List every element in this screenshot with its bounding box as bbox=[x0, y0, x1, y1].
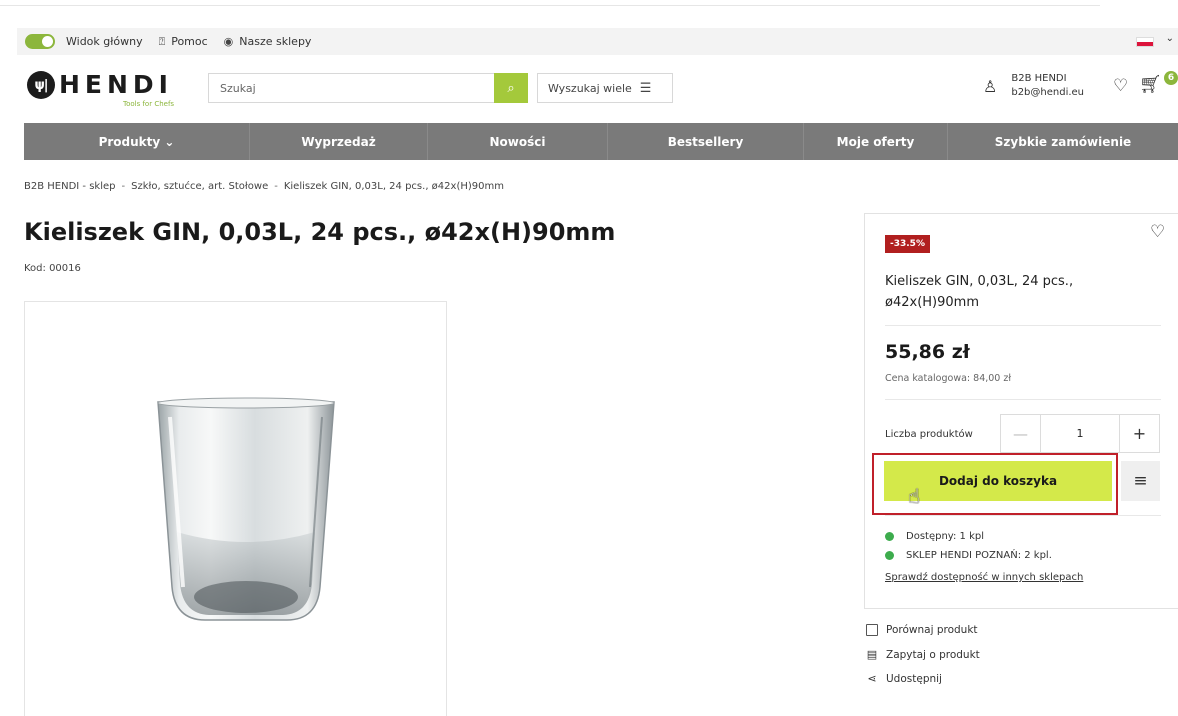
ask-label: Zapytaj o produkt bbox=[886, 648, 980, 661]
availability-store: SKLEP HENDI POZNAŃ: 2 kpl. bbox=[885, 550, 1052, 561]
compare-checkbox[interactable] bbox=[864, 624, 880, 636]
location-pin-icon: ◉ bbox=[223, 35, 234, 48]
shot-glass-image bbox=[157, 397, 335, 621]
fork-knife-logo-icon: ψ| bbox=[27, 71, 55, 99]
search-placeholder: Szukaj bbox=[220, 81, 256, 95]
availability-text: Dostępny: 1 kpl bbox=[906, 531, 984, 542]
stores-link[interactable]: ◉ Nasze sklepy bbox=[224, 35, 312, 48]
cart-icon[interactable]: 🛒︎ bbox=[1139, 74, 1162, 95]
list-search-icon: ☰ bbox=[639, 80, 652, 96]
question-circle-icon: ⍰ bbox=[158, 34, 166, 48]
breadcrumb-separator: - bbox=[121, 181, 126, 192]
user-icon: ♙ bbox=[983, 77, 998, 96]
breadcrumb-home[interactable]: B2B HENDI - sklep bbox=[24, 181, 115, 192]
catalog-price: Cena katalogowa: 84,00 zł bbox=[885, 373, 1012, 384]
share-product[interactable]: ⋖ Udostępnij bbox=[864, 672, 942, 685]
header: ψ| HENDI Tools for Chefs Szukaj ⌕ Wyszuk… bbox=[0, 66, 1178, 116]
user-name: B2B HENDI bbox=[1011, 73, 1067, 84]
help-text: Pomoc bbox=[171, 35, 208, 48]
divider bbox=[885, 325, 1161, 326]
availability-store-text: SKLEP HENDI POZNAŃ: 2 kpl. bbox=[906, 550, 1052, 561]
nav-item-sale[interactable]: Wyprzedaż bbox=[250, 123, 428, 160]
wishlist-heart-icon[interactable]: ♡ bbox=[1113, 76, 1128, 96]
share-icon: ⋖ bbox=[867, 672, 877, 685]
nav-item-quick-order[interactable]: Szybkie zamówienie bbox=[948, 123, 1178, 160]
divider bbox=[885, 399, 1161, 400]
available-status-icon bbox=[885, 532, 894, 541]
user-account[interactable]: ♙ B2B HENDI b2b@hendi.eu bbox=[983, 72, 1084, 100]
check-other-stores-link[interactable]: Sprawdź dostępność w innych sklepach bbox=[885, 572, 1083, 583]
availability-online: Dostępny: 1 kpl bbox=[885, 531, 984, 542]
multi-search-label: Wyszukaj wiele bbox=[548, 81, 632, 95]
logo-word: HENDI bbox=[59, 70, 173, 99]
quantity-label: Liczba produktów bbox=[885, 429, 973, 440]
compare-product[interactable]: Porównaj produkt bbox=[864, 624, 978, 636]
hand-cursor-icon: ☝ bbox=[908, 484, 921, 508]
main-view-toggle[interactable] bbox=[25, 34, 55, 49]
page-title: Kieliszek GIN, 0,03L, 24 pcs., ø42x(H)90… bbox=[24, 218, 616, 246]
product-image[interactable] bbox=[24, 301, 447, 716]
cart-count-badge: 6 bbox=[1164, 71, 1178, 85]
main-view-label[interactable]: Widok główny bbox=[66, 35, 143, 48]
nav-item-bestsellers[interactable]: Bestsellery bbox=[608, 123, 804, 160]
nav-item-my-offers[interactable]: Moje oferty bbox=[804, 123, 948, 160]
search-button[interactable]: ⌕ bbox=[494, 73, 528, 103]
main-view-text: Widok główny bbox=[66, 35, 143, 48]
stores-text: Nasze sklepy bbox=[239, 35, 312, 48]
language-flag-icon[interactable] bbox=[1136, 37, 1154, 47]
share-label: Udostępnij bbox=[886, 672, 942, 685]
chevron-down-icon[interactable]: ⌄ bbox=[1166, 33, 1174, 44]
favorite-heart-icon[interactable]: ♡ bbox=[1150, 222, 1165, 242]
more-options-menu-icon[interactable]: ≡ bbox=[1121, 461, 1160, 501]
chat-bubble-icon: ▤ bbox=[866, 648, 878, 661]
logo[interactable]: ψ| HENDI Tools for Chefs bbox=[27, 70, 177, 116]
help-link[interactable]: ⍰ Pomoc bbox=[159, 35, 208, 49]
search-input[interactable]: Szukaj bbox=[208, 73, 528, 103]
search-icon: ⌕ bbox=[507, 80, 515, 96]
divider bbox=[885, 515, 1161, 516]
top-divider bbox=[0, 0, 1100, 6]
utility-bar: Widok główny ⍰ Pomoc ◉ Nasze sklepy ⌄ bbox=[17, 28, 1178, 55]
multi-search-button[interactable]: Wyszukaj wiele ☰ bbox=[537, 73, 673, 103]
panel-product-name: Kieliszek GIN, 0,03L, 24 pcs., ø42x(H)90… bbox=[885, 274, 1074, 310]
increase-quantity-button[interactable]: + bbox=[1119, 415, 1159, 452]
nav-item-new[interactable]: Nowości bbox=[428, 123, 608, 160]
ask-about-product[interactable]: ▤ Zapytaj o produkt bbox=[864, 648, 980, 661]
quantity-input[interactable]: 1 bbox=[1041, 415, 1119, 452]
product-code: Kod: 00016 bbox=[24, 263, 81, 274]
discount-badge: -33.5% bbox=[885, 235, 930, 253]
compare-label: Porównaj produkt bbox=[886, 624, 978, 636]
price: 55,86 zł bbox=[885, 341, 970, 363]
breadcrumb-current: Kieliszek GIN, 0,03L, 24 pcs., ø42x(H)90… bbox=[283, 181, 504, 192]
decrease-quantity-button[interactable]: — bbox=[1001, 415, 1041, 452]
breadcrumb-category[interactable]: Szkło, sztućce, art. Stołowe bbox=[131, 181, 268, 192]
nav-item-products[interactable]: Produkty ⌄ bbox=[24, 123, 250, 160]
main-nav: Produkty ⌄ Wyprzedaż Nowości Bestsellery… bbox=[24, 123, 1178, 160]
breadcrumb-separator: - bbox=[274, 181, 278, 192]
logo-tagline: Tools for Chefs bbox=[123, 100, 175, 108]
breadcrumb: B2B HENDI - sklep - Szkło, sztućce, art.… bbox=[24, 181, 504, 192]
available-status-icon bbox=[885, 551, 894, 560]
user-email: b2b@hendi.eu bbox=[1011, 87, 1085, 98]
quantity-stepper: — 1 + bbox=[1000, 414, 1160, 453]
